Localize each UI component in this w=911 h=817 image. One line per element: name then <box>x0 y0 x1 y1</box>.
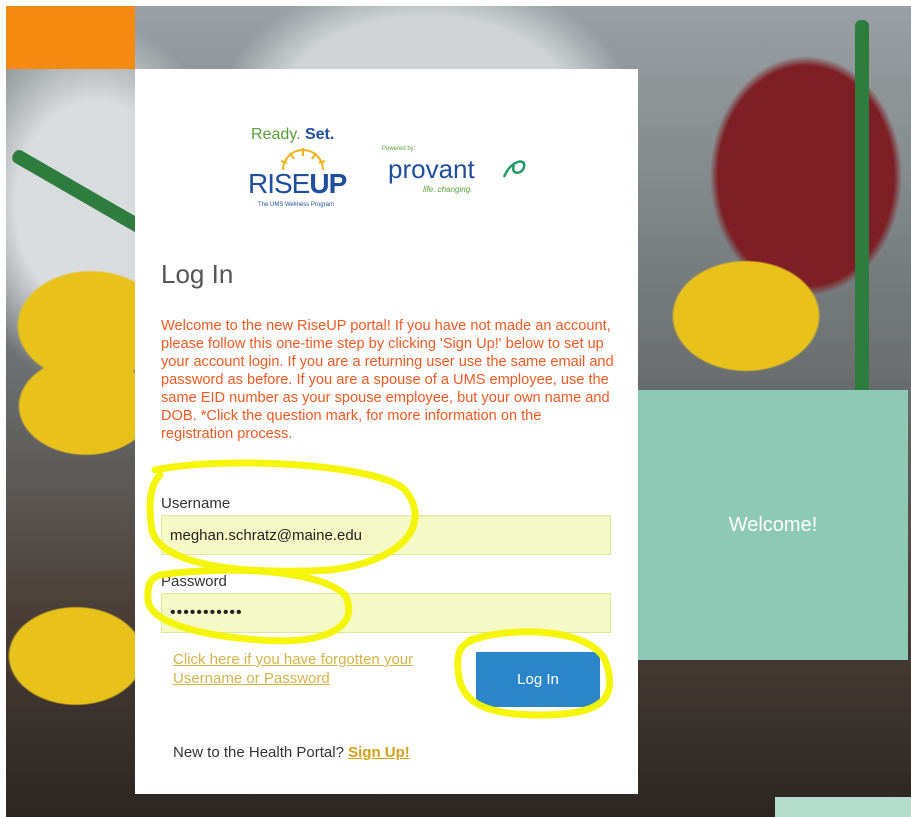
login-card: Ready. Set. RISEUP The UMS Wellness Prog… <box>135 69 638 794</box>
provant-swoosh-icon <box>502 160 526 178</box>
intro-text: Welcome to the new RiseUP portal! If you… <box>161 318 614 442</box>
riseup-tagline: The UMS Wellness Program <box>258 202 334 208</box>
password-input[interactable]: ••••••••••• <box>161 593 611 633</box>
powered-by-label: Powered by: <box>382 146 416 152</box>
teal-accent-block <box>775 797 911 817</box>
username-label: Username <box>161 495 231 512</box>
welcome-text: Welcome! <box>728 513 818 536</box>
new-user-line: New to the Health Portal? Sign Up! <box>173 744 410 761</box>
username-value: meghan.schratz@maine.edu <box>170 526 362 544</box>
paddle-shaft-right <box>855 20 869 400</box>
login-button[interactable]: Log In <box>476 652 600 707</box>
new-user-text: New to the Health Portal? <box>173 744 344 761</box>
provant-logo: provant <box>388 154 475 184</box>
sun-icon <box>280 148 326 170</box>
forgot-credentials-link[interactable]: Click here if you have forgotten your Us… <box>173 650 463 688</box>
riseup-logo: RISEUP <box>248 168 347 199</box>
orange-accent-block <box>6 6 135 69</box>
password-label: Password <box>161 573 227 590</box>
signup-link[interactable]: Sign Up! <box>348 744 410 761</box>
riseup-slogan: Ready. Set. <box>251 126 335 143</box>
page-title: Log In <box>161 259 234 289</box>
password-value: ••••••••••• <box>170 604 243 621</box>
welcome-panel: Welcome! <box>638 390 908 660</box>
logo-area: Ready. Set. RISEUP The UMS Wellness Prog… <box>248 120 538 220</box>
username-input[interactable]: meghan.schratz@maine.edu <box>161 515 611 555</box>
provant-tagline: life. changing. <box>423 185 473 194</box>
